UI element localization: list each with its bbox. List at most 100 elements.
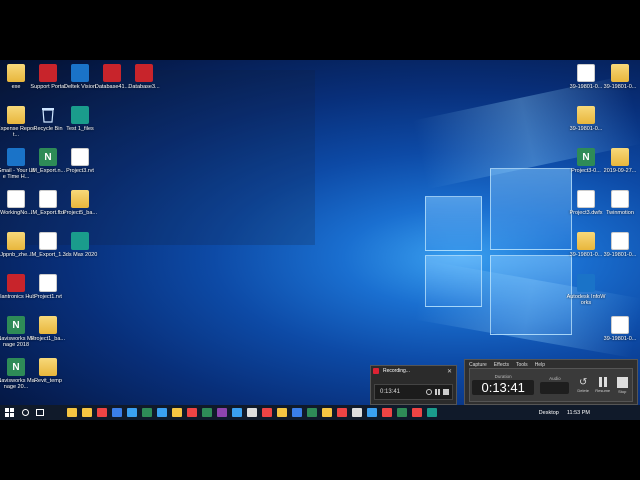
pdf-file-icon — [577, 274, 595, 292]
doc-file-icon — [39, 274, 57, 292]
taskbar-app-icon[interactable] — [216, 408, 227, 417]
desktop-icon[interactable]: Revit_temp — [28, 358, 68, 390]
delete-icon[interactable] — [426, 389, 432, 395]
doc-file-icon — [577, 190, 595, 208]
resume-button[interactable]: Resume — [593, 377, 613, 393]
desktop-icon[interactable]: Project3.rvt — [60, 148, 100, 180]
doc-file-icon — [611, 190, 629, 208]
desktop-icon[interactable]: Project1_ba... — [28, 316, 68, 348]
letterbox-bottom — [0, 420, 640, 480]
menu-item[interactable]: Tools — [516, 362, 528, 368]
nav-file-icon: N — [39, 148, 57, 166]
desktop-icon[interactable]: 39-19801-0... — [600, 316, 640, 348]
delete-button[interactable]: ↺ Delete — [573, 377, 593, 393]
taskbar: Desktop 11:53 PM — [0, 405, 640, 420]
nav-file-icon: N — [577, 148, 595, 166]
doc-file-icon — [7, 190, 25, 208]
stop-icon[interactable] — [443, 389, 449, 395]
folder-file-icon — [611, 64, 629, 82]
teal-file-icon — [71, 106, 89, 124]
taskbar-apps — [64, 408, 439, 417]
taskbar-app-icon[interactable] — [231, 408, 242, 417]
desktop-icon-label: Project1_ba... — [31, 336, 65, 342]
desktop-icon[interactable]: Project5_ba... — [60, 190, 100, 222]
desktop-icon-label: 3ds Max 2020 — [62, 252, 98, 258]
taskbar-app-icon[interactable] — [186, 408, 197, 417]
logo-pane — [425, 196, 482, 251]
desktop-icon[interactable]: 2019-09-27... — [600, 148, 640, 180]
taskbar-app-icon[interactable] — [201, 408, 212, 417]
logo-pane — [490, 168, 572, 250]
duration-timer: 0:13:41 — [472, 380, 535, 395]
taskbar-app-icon[interactable] — [396, 408, 407, 417]
desktop-icon[interactable]: 39-19801-0... — [566, 106, 606, 138]
teal-file-icon — [71, 232, 89, 250]
taskbar-app-icon[interactable] — [66, 408, 77, 417]
pause-icon[interactable] — [435, 389, 440, 395]
menu-item[interactable]: Help — [535, 362, 545, 368]
taskbar-app-icon[interactable] — [111, 408, 122, 417]
desktop-icon-label: 39-19801-0... — [603, 252, 637, 258]
desktop-icon[interactable]: 39-19801-0... — [600, 64, 640, 96]
desktop-icon[interactable]: Autodesk InfoWorks — [566, 274, 606, 306]
desktop-icon-label: Autodesk InfoWorks — [566, 294, 606, 306]
recorder-panel[interactable]: Capture Effects Tools Help Duration 0:13:41… — [464, 359, 638, 405]
taskbar-app-icon[interactable] — [261, 408, 272, 417]
desktop-icon[interactable]: Twinmotion — [600, 190, 640, 222]
desktop-icon[interactable]: 39-19801-0... — [600, 232, 640, 264]
taskbar-app-icon[interactable] — [96, 408, 107, 417]
taskbar-app-icon[interactable] — [351, 408, 362, 417]
red-file-icon — [103, 64, 121, 82]
pdf-file-icon — [71, 64, 89, 82]
undo-icon: ↺ — [579, 377, 588, 388]
taskbar-app-icon[interactable] — [276, 408, 287, 417]
start-button[interactable] — [5, 408, 15, 417]
audio-meter — [540, 381, 570, 394]
taskbar-app-icon[interactable] — [141, 408, 152, 417]
taskbar-app-icon[interactable] — [81, 408, 92, 417]
doc-file-icon — [611, 316, 629, 334]
desktop-icon[interactable]: 3ds Max 2020 — [60, 232, 100, 264]
taskbar-app-icon[interactable] — [126, 408, 137, 417]
taskbar-app-icon[interactable] — [171, 408, 182, 417]
red-file-icon — [39, 64, 57, 82]
stop-button[interactable]: Stop — [612, 376, 632, 394]
taskbar-app-icon[interactable] — [426, 408, 437, 417]
audio-label: Audio — [549, 375, 561, 381]
stop-icon — [616, 376, 628, 388]
desktop-icon[interactable]: Database3... — [124, 64, 164, 96]
menu-item[interactable]: Effects — [494, 362, 509, 368]
doc-file-icon — [577, 64, 595, 82]
folder-file-icon — [39, 358, 57, 376]
taskbar-app-icon[interactable] — [366, 408, 377, 417]
recording-mini-window[interactable]: Recording... ✕ 0:13:41 — [370, 365, 457, 405]
desktop-icon-label: Revit_temp — [34, 378, 62, 384]
taskbar-app-icon[interactable] — [411, 408, 422, 417]
taskbar-app-icon[interactable] — [381, 408, 392, 417]
folder-file-icon — [7, 232, 25, 250]
taskbar-app-icon[interactable] — [336, 408, 347, 417]
taskbar-app-icon[interactable] — [246, 408, 257, 417]
taskbar-app-icon[interactable] — [306, 408, 317, 417]
stop-label: Stop — [618, 388, 627, 394]
search-icon[interactable] — [22, 409, 29, 416]
close-icon[interactable]: ✕ — [447, 368, 452, 375]
taskbar-app-icon[interactable] — [156, 408, 167, 417]
menu-item[interactable]: Capture — [469, 362, 487, 368]
doc-file-icon — [611, 232, 629, 250]
folder-file-icon — [611, 148, 629, 166]
desktop-icon-label: 2019-09-27... — [603, 168, 637, 174]
duration-label: Duration — [494, 374, 512, 379]
desktop-icon-label: 39-19801-0... — [603, 336, 637, 342]
desktop-icon[interactable]: Test 1_files — [60, 106, 100, 138]
pdf-file-icon — [7, 148, 25, 166]
desktop-icon[interactable]: Project1.rvt — [28, 274, 68, 306]
clock[interactable]: 11:53 PM — [567, 410, 590, 416]
desktop-icon-label: Project3.rvt — [66, 168, 94, 174]
desktop-toolbar-label[interactable]: Desktop — [539, 410, 559, 416]
task-view-icon[interactable] — [36, 409, 44, 416]
taskbar-app-icon[interactable] — [321, 408, 332, 417]
taskbar-app-icon[interactable] — [291, 408, 302, 417]
folder-file-icon — [7, 106, 25, 124]
red-file-icon — [135, 64, 153, 82]
